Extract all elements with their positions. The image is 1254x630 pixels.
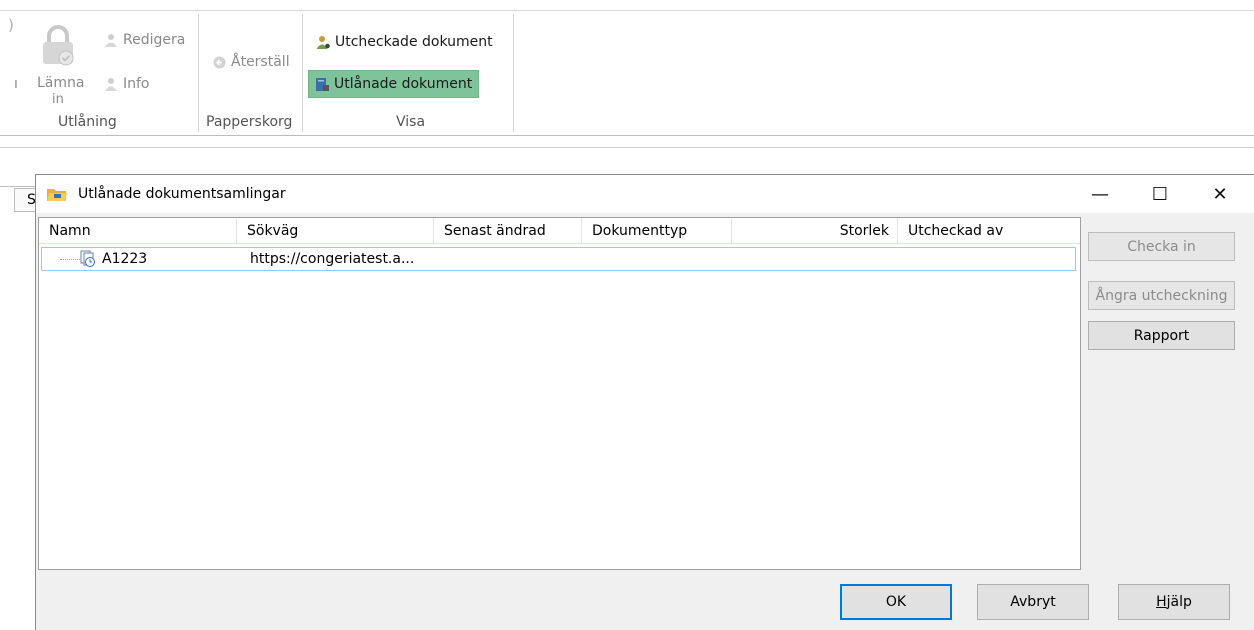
dialog-utlanade-dokumentsamlingar: Utlånade dokumentsamlingar — ☐ ✕ Namn Sö… bbox=[35, 174, 1254, 630]
aterstall-label: Återställ bbox=[231, 54, 290, 70]
maximize-button[interactable]: ☐ bbox=[1137, 175, 1183, 213]
background-tab: S bbox=[14, 188, 36, 212]
lamna-in-label-line2: in bbox=[52, 92, 64, 107]
folder-icon bbox=[47, 189, 67, 201]
column-header-dokumenttyp[interactable]: Dokumenttyp bbox=[582, 218, 732, 244]
document-list[interactable]: Namn Sökväg Senast ändrad Dokumenttyp St… bbox=[38, 217, 1081, 570]
hjalp-button[interactable]: Hjälp bbox=[1118, 584, 1230, 620]
lamna-in-button[interactable] bbox=[38, 24, 78, 68]
ribbon-separator bbox=[198, 14, 199, 132]
tree-line bbox=[60, 259, 80, 260]
redigera-label: Redigera bbox=[123, 32, 186, 48]
user-lock-icon bbox=[105, 33, 117, 47]
column-header-senast-andrad[interactable]: Senast ändrad bbox=[434, 218, 582, 244]
user-key-icon bbox=[316, 35, 330, 49]
info-button[interactable]: Info bbox=[104, 76, 150, 92]
list-header: Namn Sökväg Senast ändrad Dokumenttyp St… bbox=[39, 218, 1080, 244]
background-window-border bbox=[0, 186, 36, 187]
maximize-icon: ☐ bbox=[1151, 183, 1169, 205]
ok-button[interactable]: OK bbox=[840, 584, 952, 620]
utcheckade-label: Utcheckade dokument bbox=[335, 34, 493, 50]
rapport-label: Rapport bbox=[1133, 327, 1190, 344]
redigera-button[interactable]: Redigera bbox=[104, 32, 185, 48]
lamna-in-label-line1: Lämna bbox=[37, 75, 85, 91]
partial-ribbon-label: ı bbox=[14, 76, 18, 92]
close-icon: ✕ bbox=[1212, 183, 1228, 205]
angra-utcheckning-button[interactable]: Ångra utcheckning bbox=[1088, 281, 1235, 310]
ribbon-separator bbox=[302, 14, 303, 132]
angra-utcheckning-label: Ångra utcheckning bbox=[1095, 287, 1228, 304]
user-info-icon bbox=[105, 77, 117, 91]
ribbon-separator bbox=[513, 14, 514, 132]
dialog-title: Utlånade dokumentsamlingar bbox=[78, 186, 286, 202]
ribbon: ) ı Lämna in Redigera Info Utlåning Åter… bbox=[0, 0, 1254, 148]
document-lock-icon bbox=[316, 77, 329, 91]
minimize-button[interactable]: — bbox=[1077, 175, 1123, 213]
column-header-utcheckad-av[interactable]: Utcheckad av bbox=[898, 218, 1080, 244]
document-collection-icon bbox=[80, 250, 95, 267]
hjalp-label: Hjälp bbox=[1156, 594, 1192, 610]
cell-sokvag: https://congeriatest.a... bbox=[250, 251, 415, 267]
minimize-icon: — bbox=[1091, 183, 1109, 205]
utcheckade-dokument-button[interactable]: Utcheckade dokument bbox=[316, 34, 493, 50]
group-label-papperskorg: Papperskorg bbox=[206, 114, 293, 130]
restore-icon bbox=[213, 56, 226, 68]
partial-ribbon-item: ) bbox=[8, 16, 14, 34]
cell-namn: A1223 bbox=[102, 251, 148, 267]
utlanade-label: Utlånade dokument bbox=[334, 76, 473, 92]
table-row[interactable]: A1223 https://congeriatest.a... bbox=[41, 247, 1076, 271]
ok-label: OK bbox=[885, 594, 907, 610]
column-header-namn[interactable]: Namn bbox=[39, 218, 237, 244]
group-label-visa: Visa bbox=[396, 114, 426, 130]
column-header-sokvag[interactable]: Sökväg bbox=[237, 218, 434, 244]
avbryt-button[interactable]: Avbryt bbox=[977, 584, 1089, 620]
info-label: Info bbox=[123, 76, 150, 92]
ribbon-bottom-border-2 bbox=[0, 147, 1254, 148]
dialog-titlebar[interactable]: Utlånade dokumentsamlingar — ☐ ✕ bbox=[36, 175, 1254, 213]
rapport-button[interactable]: Rapport bbox=[1088, 321, 1235, 350]
ribbon-top-border bbox=[0, 10, 1254, 11]
close-button[interactable]: ✕ bbox=[1197, 175, 1243, 213]
checka-in-button[interactable]: Checka in bbox=[1088, 232, 1235, 261]
checka-in-label: Checka in bbox=[1127, 238, 1196, 255]
column-header-storlek[interactable]: Storlek bbox=[732, 218, 898, 244]
lock-icon bbox=[43, 25, 74, 66]
group-label-utlaning: Utlåning bbox=[58, 114, 117, 130]
aterstall-button[interactable]: Återställ bbox=[212, 54, 290, 70]
avbryt-label: Avbryt bbox=[1010, 594, 1056, 610]
utlanade-dokument-button[interactable]: Utlånade dokument bbox=[308, 70, 480, 98]
ribbon-bottom-border bbox=[0, 135, 1254, 136]
